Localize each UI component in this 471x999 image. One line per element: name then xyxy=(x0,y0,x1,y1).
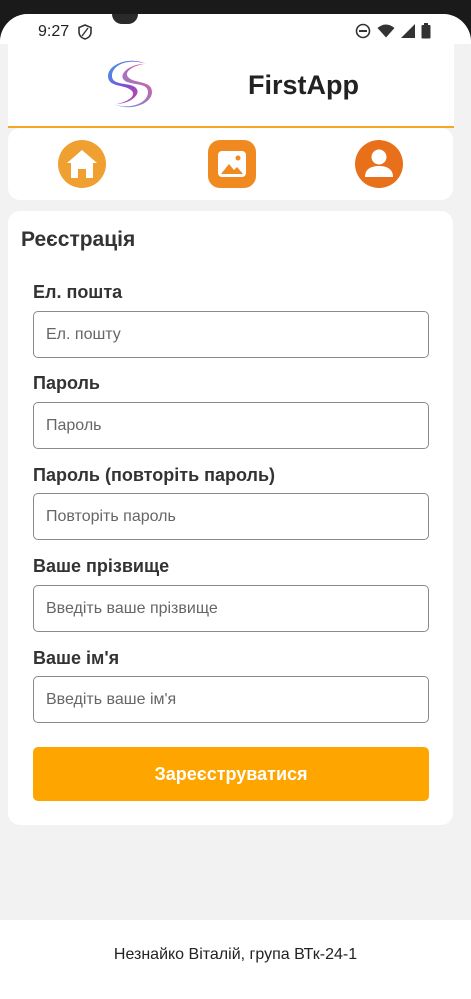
user-icon xyxy=(355,140,403,188)
status-time: 9:27 xyxy=(38,23,70,40)
password-repeat-field[interactable] xyxy=(33,493,429,540)
password-repeat-label: Пароль (повторіть пароль) xyxy=(33,465,276,485)
registration-card: Реєстрація Ел. пошта Пароль Пароль (повт… xyxy=(8,211,453,825)
do-not-disturb-icon xyxy=(355,23,371,44)
image-icon xyxy=(208,140,256,188)
signal-icon xyxy=(401,24,415,43)
nav-bar xyxy=(8,128,453,200)
footer: Незнайко Віталій, група ВТк-24-1 xyxy=(0,920,471,999)
battery-icon xyxy=(421,23,431,44)
shield-icon xyxy=(78,24,92,45)
first-name-label: Ваше ім'я xyxy=(33,648,120,668)
email-field[interactable] xyxy=(33,311,429,358)
footer-text: Незнайко Віталій, група ВТк-24-1 xyxy=(113,946,358,963)
first-name-field[interactable] xyxy=(33,676,429,723)
nav-profile[interactable] xyxy=(355,140,403,188)
surname-field[interactable] xyxy=(33,585,429,632)
app-logo-icon xyxy=(106,58,152,115)
password-field[interactable] xyxy=(33,402,429,449)
app-header: FirstApp xyxy=(8,44,454,128)
wifi-icon xyxy=(377,24,395,43)
home-icon xyxy=(58,140,106,188)
password-label: Пароль xyxy=(33,373,100,393)
app-title: FirstApp xyxy=(248,70,359,100)
status-icons xyxy=(355,23,431,44)
form-title: Реєстрація xyxy=(21,228,136,251)
nav-gallery[interactable] xyxy=(208,140,256,188)
surname-label: Ваше прізвище xyxy=(33,556,170,576)
nav-home[interactable] xyxy=(58,140,106,188)
register-button[interactable]: Зареєструватися xyxy=(33,747,429,801)
status-bar: 9:27 xyxy=(0,14,471,44)
phone-screen: 9:27 FirstApp Реєстрація Ел. пошта Ел. п… xyxy=(0,14,471,999)
email-label: Ел. пошта xyxy=(33,282,123,302)
